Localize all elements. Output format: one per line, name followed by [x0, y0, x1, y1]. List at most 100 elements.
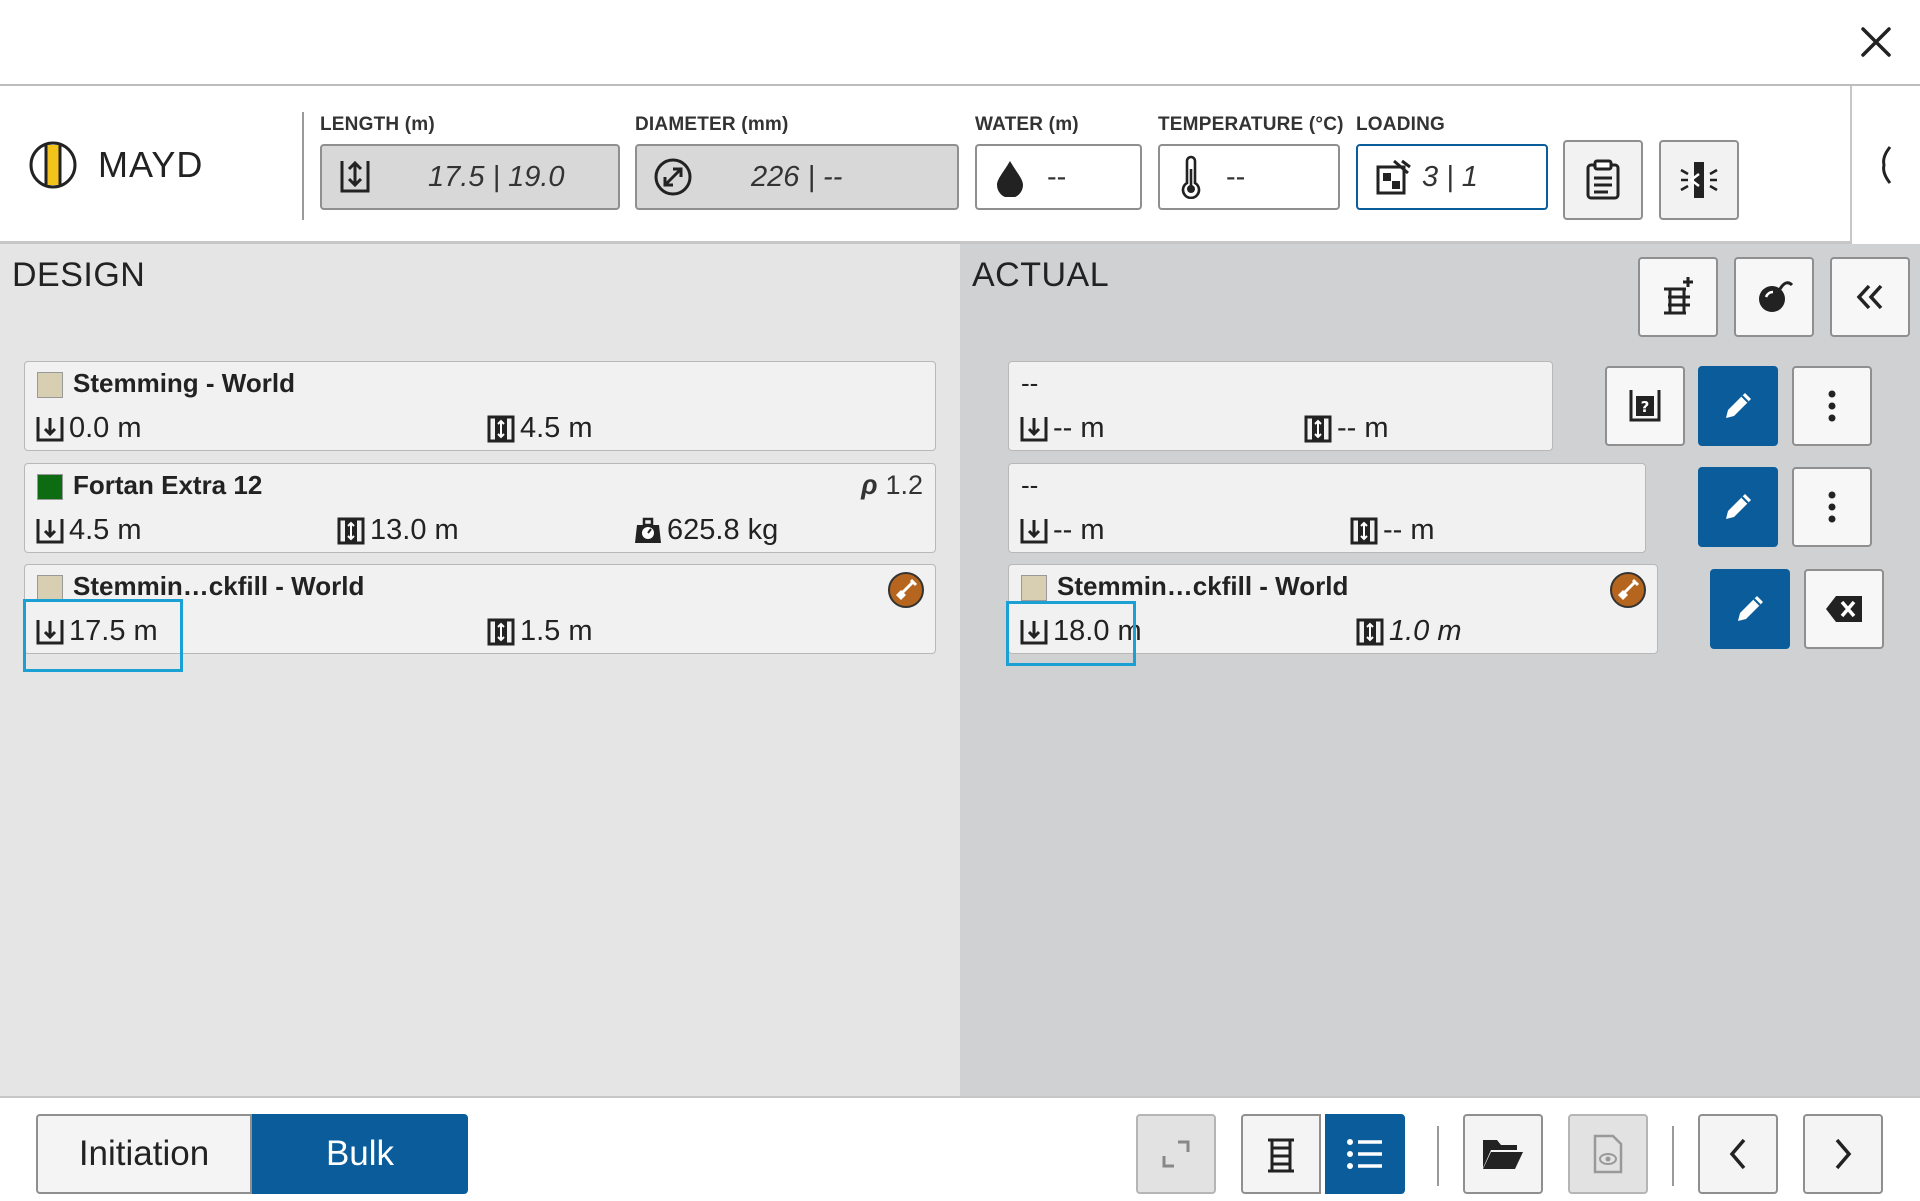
design-deck-2[interactable]: Fortan Extra 12 ρ 1.2 4.5 m 13.0 m 625.8 … — [24, 463, 936, 553]
unknown-product-icon: ? — [1629, 390, 1661, 422]
design-panel: DESIGN Stemming - World 0.0 m 4.5 m Fort… — [0, 244, 960, 1096]
deck-length: 4.5 m — [486, 412, 593, 445]
blast-button[interactable] — [1659, 140, 1739, 220]
loading-box[interactable]: 3 | 1 — [1356, 144, 1548, 210]
double-chevron-left-icon — [1856, 284, 1883, 310]
edit-deck-button[interactable] — [1710, 569, 1790, 649]
deck-name: -- — [1021, 368, 1039, 398]
thermometer-icon — [1176, 155, 1206, 199]
depth-icon — [36, 518, 64, 543]
hole-status-icon — [29, 141, 77, 189]
tab-bulk[interactable]: Bulk — [252, 1114, 468, 1194]
deck-color-swatch — [37, 372, 63, 398]
deck-name: Stemmin…ckfill - World — [1057, 571, 1349, 601]
length-label: LENGTH (m) — [320, 114, 435, 135]
water-field: WATER (m) -- — [975, 114, 1142, 210]
length-value: 17.5 | 19.0 — [428, 160, 565, 193]
folder-open-icon — [1483, 1140, 1523, 1169]
loading-label: LOADING — [1356, 114, 1446, 135]
deck-color-swatch — [37, 474, 63, 500]
deck-depth-value: -- m — [1053, 514, 1105, 546]
hole-name: MAYD — [98, 144, 204, 185]
length-field: LENGTH (m) 17.5 | 19.0 — [320, 114, 620, 210]
deck-menu-button[interactable] — [1792, 467, 1872, 547]
add-deck-button[interactable] — [1638, 257, 1718, 337]
length-box[interactable]: 17.5 | 19.0 — [320, 144, 620, 210]
stemming-tool-badge — [1609, 571, 1647, 609]
pencil-icon — [1726, 494, 1751, 519]
deck-depth: -- m — [1019, 412, 1105, 445]
deck-density: ρ 1.2 — [861, 470, 923, 501]
deck-menu-button[interactable] — [1792, 366, 1872, 446]
clipboard-icon — [1586, 159, 1620, 200]
deck-color-swatch — [1021, 575, 1047, 601]
tab-initiation[interactable]: Initiation — [36, 1114, 252, 1194]
edit-deck-button[interactable] — [1698, 366, 1778, 446]
deck-length: 1.5 m — [486, 615, 593, 648]
depth-icon — [1020, 518, 1048, 543]
temperature-field: TEMPERATURE (°C) -- — [1158, 114, 1344, 210]
design-title: DESIGN — [12, 256, 146, 294]
deck-length: 13.0 m — [336, 514, 459, 547]
side-panel-toggle[interactable] — [1850, 86, 1920, 244]
weight-icon — [635, 517, 661, 543]
next-button[interactable] — [1803, 1114, 1883, 1194]
unknown-product-button[interactable]: ? — [1605, 366, 1685, 446]
temperature-box[interactable]: -- — [1158, 144, 1340, 210]
design-deck-1[interactable]: Stemming - World 0.0 m 4.5 m — [24, 361, 936, 451]
length-icon — [338, 157, 372, 197]
depth-icon — [1020, 416, 1048, 441]
diameter-box[interactable]: 226 | -- — [635, 144, 959, 210]
deck-stack-icon — [1268, 1138, 1294, 1173]
deck-name: Stemming - World — [73, 368, 295, 398]
deck-depth: -- m — [1019, 514, 1105, 547]
water-label: WATER (m) — [975, 114, 1079, 135]
deck-depth-value: 4.5 m — [69, 514, 142, 546]
delete-deck-button[interactable] — [1804, 569, 1884, 649]
loading-field: LOADING 3 | 1 — [1356, 114, 1548, 210]
deck-length-value: 13.0 m — [370, 514, 459, 546]
previous-button[interactable] — [1698, 1114, 1778, 1194]
diameter-label: DIAMETER (mm) — [635, 114, 789, 135]
hole-header: MAYD LENGTH (m) 17.5 | 19.0 DIAMETER (mm… — [0, 86, 1920, 244]
expand-button[interactable] — [1136, 1114, 1216, 1194]
preview-button[interactable] — [1568, 1114, 1648, 1194]
chevron-right-icon — [1835, 1138, 1852, 1170]
primer-button[interactable] — [1734, 257, 1814, 337]
deck-length-icon — [487, 618, 515, 645]
depth-icon — [36, 416, 64, 441]
deck-view-button[interactable] — [1241, 1114, 1321, 1194]
actual-deck-2[interactable]: -- -- m -- m — [1008, 463, 1646, 553]
more-vertical-icon — [1828, 491, 1836, 523]
file-preview-icon — [1593, 1134, 1623, 1174]
design-depth-highlight — [23, 599, 183, 672]
deck-name: Stemmin…ckfill - World — [73, 571, 365, 601]
edit-deck-button[interactable] — [1698, 467, 1778, 547]
collapse-design-button[interactable] — [1830, 257, 1910, 337]
deck-length-value: -- m — [1337, 412, 1389, 444]
primer-icon — [1759, 281, 1794, 312]
diameter-value: 226 | -- — [751, 160, 843, 193]
deck-name: Fortan Extra 12 — [73, 470, 263, 500]
density-symbol: ρ — [861, 470, 878, 500]
notes-button[interactable] — [1563, 140, 1643, 220]
deck-mass: 625.8 kg — [633, 514, 778, 547]
deck-color-swatch — [37, 575, 63, 601]
pencil-icon — [1738, 596, 1763, 621]
water-box[interactable]: -- — [975, 144, 1142, 210]
list-icon — [1347, 1139, 1382, 1169]
close-icon — [1861, 27, 1891, 57]
deck-length-icon — [1350, 517, 1378, 544]
diameter-field: DIAMETER (mm) 226 | -- — [635, 114, 959, 210]
deck-name: -- — [1021, 470, 1039, 500]
open-folder-button[interactable] — [1463, 1114, 1543, 1194]
list-view-button[interactable] — [1325, 1114, 1405, 1194]
temperature-label: TEMPERATURE (°C) — [1158, 114, 1344, 135]
shovel-icon — [888, 572, 924, 608]
actual-deck-1[interactable]: -- -- m -- m — [1008, 361, 1553, 451]
chevron-left-icon — [1729, 1138, 1746, 1170]
actual-panel: ACTUAL -- -- m -- m ? -- -- m -- m Stemm… — [960, 244, 1920, 1096]
close-button[interactable] — [1852, 18, 1900, 66]
deck-length: -- m — [1303, 412, 1389, 445]
deck-length-value: -- m — [1383, 514, 1435, 546]
